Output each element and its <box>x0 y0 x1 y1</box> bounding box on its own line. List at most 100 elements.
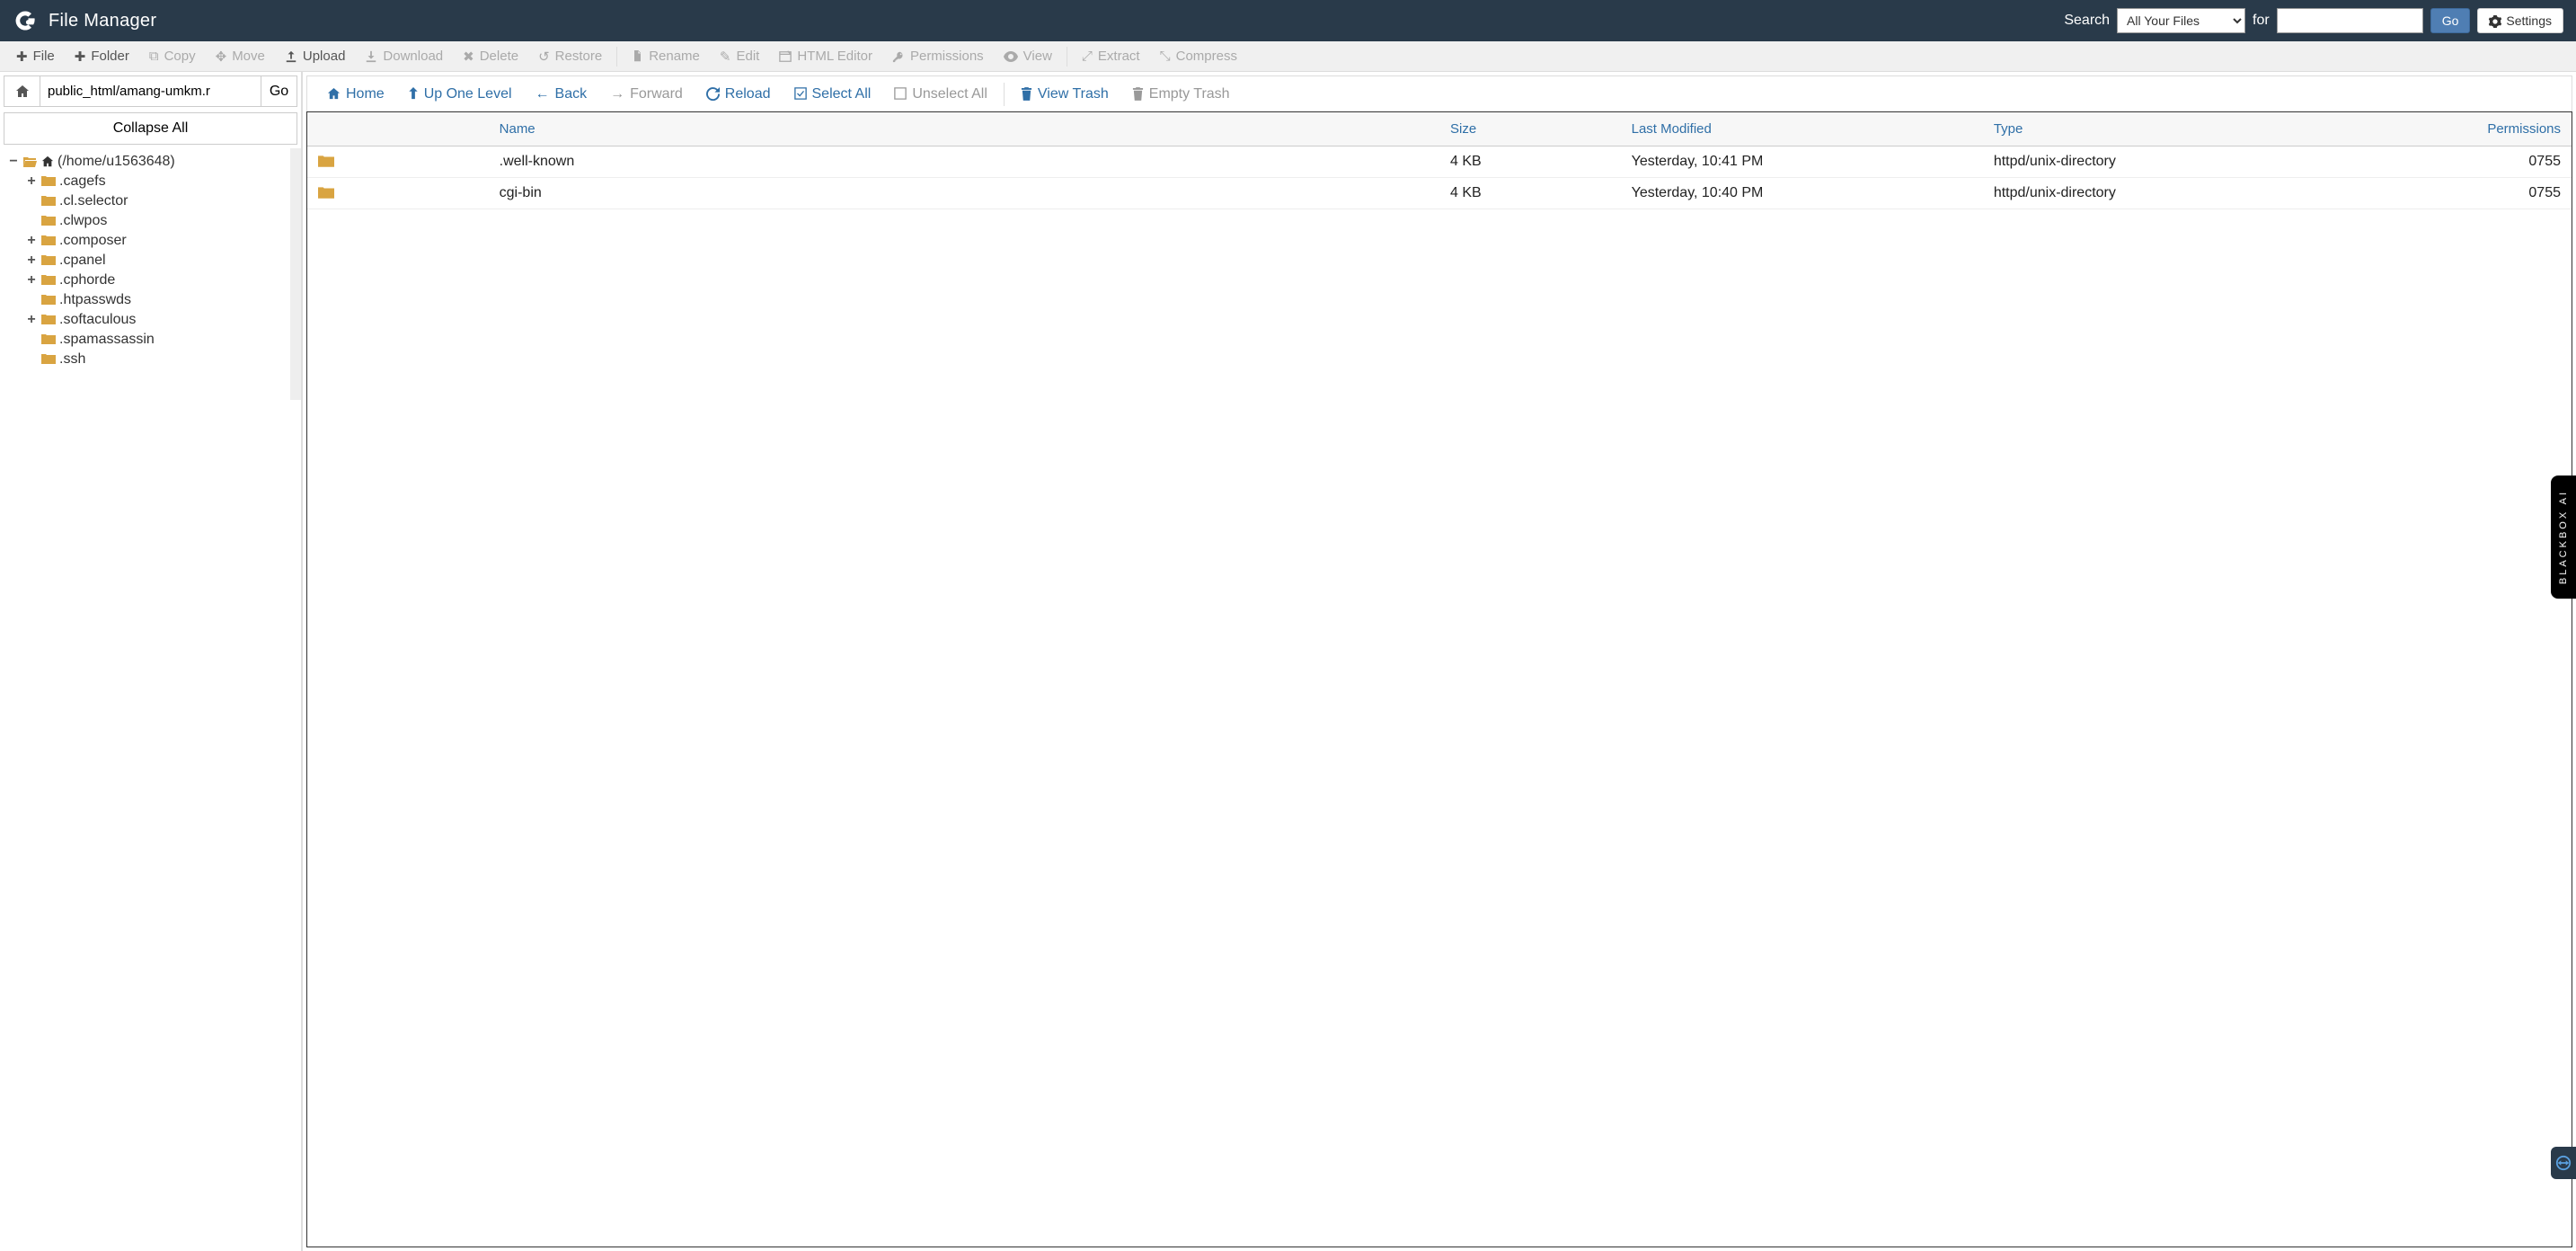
nav-select-all-button[interactable]: Select All <box>783 81 882 108</box>
tree-root-label: (/home/u1563648) <box>58 154 175 170</box>
path-input[interactable] <box>40 76 261 106</box>
plus-icon: ✚ <box>75 49 86 65</box>
col-size-header[interactable]: Size <box>1439 112 1621 146</box>
compress-button[interactable]: ⤡Compress <box>1151 43 1246 69</box>
table-row[interactable]: cgi-bin4 KBYesterday, 10:40 PMhttpd/unix… <box>307 178 2572 209</box>
rename-icon <box>632 49 643 64</box>
cell-modified: Yesterday, 10:40 PM <box>1621 178 1983 209</box>
check-square-icon <box>794 86 807 102</box>
square-icon <box>894 86 907 102</box>
expand-icon[interactable]: + <box>25 312 38 328</box>
extract-icon: ⤢ <box>1082 49 1093 64</box>
edit-button[interactable]: ✎Edit <box>711 43 768 70</box>
col-icon-header[interactable] <box>307 112 489 146</box>
nav-unselect-all-button[interactable]: Unselect All <box>883 81 998 108</box>
tree-item-label: .softaculous <box>59 312 136 328</box>
path-home-button[interactable] <box>4 76 40 106</box>
path-go-button[interactable]: Go <box>261 76 297 106</box>
nav-home-button[interactable]: Home <box>316 81 395 108</box>
upload-button[interactable]: Upload <box>276 43 355 69</box>
restore-button[interactable]: ↺Restore <box>529 43 611 70</box>
tree-item[interactable]: +.composer <box>7 231 283 251</box>
col-modified-header[interactable]: Last Modified <box>1621 112 1983 146</box>
tree-item-label: .cl.selector <box>59 193 128 209</box>
folder-icon <box>41 253 56 269</box>
nav-reload-button[interactable]: Reload <box>695 81 782 108</box>
tree-item[interactable]: .htpasswds <box>7 290 283 310</box>
move-button[interactable]: ✥Move <box>207 43 274 70</box>
html-editor-button[interactable]: HTML Editor <box>770 43 881 69</box>
search-scope-select[interactable]: All Your Files <box>2117 8 2245 33</box>
col-name-header[interactable]: Name <box>489 112 1439 146</box>
gear-icon <box>2489 13 2501 28</box>
cell-size: 4 KB <box>1439 178 1621 209</box>
download-button[interactable]: Download <box>356 43 452 69</box>
collapse-icon[interactable]: − <box>7 154 20 170</box>
upload-icon <box>285 49 297 64</box>
collapse-all-button[interactable]: Collapse All <box>4 112 297 145</box>
cell-modified: Yesterday, 10:41 PM <box>1621 146 1983 178</box>
nav-view-trash-button[interactable]: View Trash <box>1010 81 1120 108</box>
folder-icon <box>41 332 56 348</box>
tree-item[interactable]: .clwpos <box>7 211 283 231</box>
nav-forward-button[interactable]: →Forward <box>599 81 694 108</box>
expand-icon[interactable]: + <box>25 233 38 249</box>
expand-icon[interactable]: + <box>25 272 38 288</box>
delete-button[interactable]: ✖Delete <box>454 43 527 70</box>
folder-icon <box>41 312 56 328</box>
col-type-header[interactable]: Type <box>1983 112 2345 146</box>
table-row[interactable]: .well-known4 KBYesterday, 10:41 PMhttpd/… <box>307 146 2572 178</box>
forward-arrow-icon: → <box>610 86 624 102</box>
sidebar: Go Collapse All − (/home/u1563648) + .cag… <box>0 72 302 1251</box>
nav-up-button[interactable]: Up One Level <box>397 81 523 108</box>
nav-separator <box>1004 83 1005 106</box>
tree-root[interactable]: − (/home/u1563648) <box>7 152 283 172</box>
folder-icon <box>41 173 56 190</box>
copy-button[interactable]: ⧉Copy <box>140 43 205 69</box>
folder-button[interactable]: ✚Folder <box>66 43 138 70</box>
up-arrow-icon <box>408 86 419 102</box>
tree-item[interactable]: .spamassassin <box>7 330 283 350</box>
nav-back-button[interactable]: ←Back <box>525 81 598 108</box>
cell-type: httpd/unix-directory <box>1983 178 2345 209</box>
view-button[interactable]: View <box>995 43 1061 69</box>
search-input[interactable] <box>2277 8 2423 33</box>
tree-item[interactable]: + .softaculous <box>7 310 283 330</box>
restore-icon: ↺ <box>538 49 550 65</box>
cell-permissions: 0755 <box>2345 146 2572 178</box>
tree-item[interactable]: .cl.selector <box>7 191 283 211</box>
cpanel-logo-icon <box>13 8 38 33</box>
cell-name: .well-known <box>489 146 1439 178</box>
blackbox-ai-tab[interactable]: BLACKBOX AI <box>2551 475 2576 599</box>
permissions-button[interactable]: Permissions <box>883 43 993 69</box>
cell-permissions: 0755 <box>2345 178 2572 209</box>
for-label: for <box>2253 13 2270 29</box>
cell-type: httpd/unix-directory <box>1983 146 2345 178</box>
download-icon <box>365 49 377 64</box>
col-permissions-header[interactable]: Permissions <box>2345 112 2572 146</box>
tree-item-label: .cphorde <box>59 272 115 288</box>
settings-button[interactable]: Settings <box>2477 8 2563 33</box>
folder-icon <box>41 213 56 229</box>
app-title: File Manager <box>49 11 156 31</box>
teamviewer-widget[interactable] <box>2551 1147 2576 1179</box>
search-go-button[interactable]: Go <box>2430 8 2471 33</box>
tree-item[interactable]: + .cphorde <box>7 271 283 290</box>
tree-item[interactable]: +.cpanel <box>7 251 283 271</box>
expand-icon[interactable]: + <box>25 253 38 269</box>
tree-item[interactable]: + .cagefs <box>7 172 283 191</box>
extract-button[interactable]: ⤢Extract <box>1073 43 1149 69</box>
move-icon: ✥ <box>216 49 227 65</box>
tree-item[interactable]: .ssh <box>7 350 283 369</box>
folder-tree: − (/home/u1563648) + .cagefs .cl.selector.… <box>0 148 290 373</box>
nav-empty-trash-button[interactable]: Empty Trash <box>1121 81 1241 108</box>
main-toolbar: ✚File ✚Folder ⧉Copy ✥Move Upload Downloa… <box>0 41 2576 72</box>
rename-button[interactable]: Rename <box>623 43 709 69</box>
header-right: Search All Your Files for Go Settings <box>2064 8 2563 33</box>
tree-item-label: .cagefs <box>59 173 106 190</box>
expand-icon[interactable]: + <box>25 173 38 190</box>
home-icon <box>327 86 341 102</box>
file-button[interactable]: ✚File <box>7 43 64 70</box>
main-panel: Home Up One Level ←Back →Forward Reload … <box>302 72 2576 1251</box>
folder-icon <box>318 154 334 169</box>
